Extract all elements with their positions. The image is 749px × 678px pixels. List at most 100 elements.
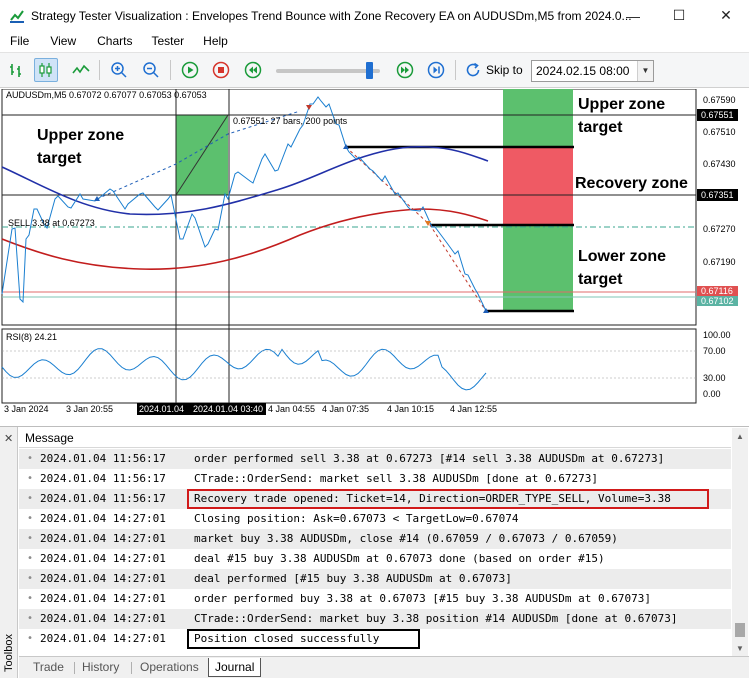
- log-time: 2024.01.04 11:56:17: [40, 472, 166, 485]
- rsi-tick-100: 100.00: [703, 330, 731, 340]
- refresh-clock-icon: [466, 62, 480, 77]
- date-dropdown-icon[interactable]: ▼: [637, 61, 653, 81]
- time-label-5: 4 Jan 07:35: [322, 404, 369, 414]
- log-message: deal performed [#15 buy 3.38 AUDUSDm at …: [194, 572, 512, 585]
- price-box-ask: 0.67102: [701, 296, 734, 306]
- log-row[interactable]: • 2024.01.04 14:27:01 CTrade::OrderSend: m…: [19, 609, 731, 629]
- log-time: 2024.01.04 14:27:01: [40, 612, 166, 625]
- maximize-button[interactable]: ☐: [656, 0, 702, 31]
- zoom-out-icon: [143, 62, 159, 78]
- log-row[interactable]: • 2024.01.04 14:27:01 deal performed [#15 …: [19, 569, 731, 589]
- chart-area[interactable]: AUDUSDm,M5 0.67072 0.67077 0.67053 0.670…: [0, 89, 749, 421]
- time-crosshair-1: 2024.01.04: [139, 404, 184, 414]
- scroll-thumb[interactable]: [735, 623, 745, 637]
- title-bar: Strategy Tester Visualization : Envelope…: [0, 0, 749, 31]
- log-bullet-icon: •: [27, 573, 34, 584]
- toolbox-label: Toolbox: [3, 634, 16, 672]
- skip-to-button[interactable]: [461, 58, 485, 82]
- log-scrollbar[interactable]: ▲ ▼: [732, 428, 748, 657]
- time-label-4: 4 Jan 04:55: [268, 404, 315, 414]
- log-time: 2024.01.04 14:27:01: [40, 532, 166, 545]
- log-row[interactable]: • 2024.01.04 14:27:01 Position closed succ…: [19, 629, 731, 649]
- pause-step-button[interactable]: [424, 58, 448, 82]
- tab-trade[interactable]: Trade: [27, 658, 70, 677]
- time-label-7: 4 Jan 12:55: [450, 404, 497, 414]
- menu-file[interactable]: File: [0, 31, 38, 51]
- line-chart-button[interactable]: [69, 58, 93, 82]
- upper-zone-box: [503, 89, 573, 147]
- zone-label-upper-left-1: Upper zone: [37, 127, 124, 144]
- highlight-box-black: [187, 629, 420, 649]
- zoom-in-button[interactable]: [107, 58, 131, 82]
- rsi-tick-30: 30.00: [703, 373, 726, 383]
- log-bullet-icon: •: [27, 633, 34, 644]
- zoom-out-button[interactable]: [139, 58, 163, 82]
- log-bullet-icon: •: [27, 593, 34, 604]
- menu-charts[interactable]: Charts: [85, 31, 141, 51]
- log-row[interactable]: • 2024.01.04 11:56:17 Recovery trade opene…: [19, 489, 731, 509]
- chart-svg: AUDUSDm,M5 0.67072 0.67077 0.67053 0.670…: [1, 89, 738, 415]
- slow-down-button[interactable]: [241, 58, 265, 82]
- log-row[interactable]: • 2024.01.04 14:27:01 market buy 3.38 AUDU…: [19, 529, 731, 549]
- bar-chart-button[interactable]: [5, 58, 29, 82]
- toolbox-vertical-label: Toolbox: [2, 633, 16, 673]
- window-title: Strategy Tester Visualization : Envelope…: [31, 8, 631, 23]
- recovery-zone-box: [503, 147, 573, 225]
- menu-bar: File View Charts Tester Help: [0, 31, 749, 51]
- log-row[interactable]: • 2024.01.04 11:56:17 CTrade::OrderSend: m…: [19, 469, 731, 489]
- journal-log[interactable]: • 2024.01.04 11:56:17 order performed sell…: [19, 449, 731, 657]
- bar-chart-icon: [10, 64, 21, 77]
- price-tick-3: 0.67430: [703, 159, 736, 169]
- speed-slider-track[interactable]: [276, 69, 380, 73]
- log-bullet-icon: •: [27, 513, 34, 524]
- tab-operations[interactable]: Operations: [134, 658, 205, 677]
- zone-label-recovery: Recovery zone: [575, 175, 688, 192]
- skip-date-input[interactable]: 2024.02.15 08:00 ▼: [531, 60, 654, 82]
- price-tick-4: 0.67270: [703, 224, 736, 234]
- log-row[interactable]: • 2024.01.04 14:27:01 Closing position: As…: [19, 509, 731, 529]
- candlestick-button[interactable]: [34, 58, 58, 82]
- log-time: 2024.01.04 14:27:01: [40, 512, 166, 525]
- tab-journal[interactable]: Journal: [208, 658, 262, 677]
- log-message: deal #15 buy 3.38 AUDUSDm at 0.67073 don…: [194, 552, 605, 565]
- time-crosshair-2: 2024.01.04 03:40: [193, 404, 263, 414]
- price-tick-1: 0.67590: [703, 95, 736, 105]
- log-time: 2024.01.04 11:56:17: [40, 492, 166, 505]
- log-bullet-icon: •: [27, 473, 34, 484]
- toolbox-close-icon[interactable]: ✕: [4, 432, 13, 445]
- log-bullet-icon: •: [27, 453, 34, 464]
- line-chart-icon: [72, 64, 90, 74]
- step-icon: [427, 61, 445, 79]
- speed-slider-thumb[interactable]: [366, 62, 373, 79]
- minimize-button[interactable]: —: [610, 0, 656, 31]
- log-row[interactable]: • 2024.01.04 11:56:17 order performed sell…: [19, 449, 731, 469]
- menu-help[interactable]: Help: [193, 31, 237, 51]
- message-column-header[interactable]: Message: [19, 428, 731, 448]
- menu-view[interactable]: View: [38, 31, 85, 51]
- log-message: market buy 3.38 AUDUSDm, close #14 (0.67…: [194, 532, 618, 545]
- log-message: order performed buy 3.38 at 0.67073 [#15…: [194, 592, 651, 605]
- time-label-6: 4 Jan 10:15: [387, 404, 434, 414]
- log-bullet-icon: •: [27, 553, 34, 564]
- candlestick-icon: [39, 63, 52, 77]
- log-row[interactable]: • 2024.01.04 14:27:01 deal #15 buy 3.38 AU…: [19, 549, 731, 569]
- menu-tester[interactable]: Tester: [141, 31, 193, 51]
- play-button[interactable]: [178, 58, 202, 82]
- tab-history[interactable]: History: [76, 658, 125, 677]
- log-time: 2024.01.04 14:27:01: [40, 592, 166, 605]
- price-box-bid: 0.67116: [701, 286, 733, 296]
- speed-up-button[interactable]: [393, 58, 417, 82]
- log-message: Closing position: Ask=0.67073 < TargetLo…: [194, 512, 519, 525]
- price-box-upper: 0.67551: [701, 110, 734, 120]
- close-button[interactable]: ✕: [703, 0, 749, 31]
- toolbox-tabs: Trade History Operations Journal: [19, 656, 749, 678]
- highlight-box-red: [187, 489, 709, 509]
- stop-button[interactable]: [209, 58, 233, 82]
- app-icon: [9, 8, 25, 24]
- stop-icon: [212, 61, 230, 79]
- price-tick-5: 0.67190: [703, 257, 736, 267]
- log-message: order performed sell 3.38 at 0.67273 [#1…: [194, 452, 665, 465]
- scroll-up-icon[interactable]: ▲: [732, 428, 748, 445]
- scroll-down-icon[interactable]: ▼: [732, 640, 748, 657]
- log-row[interactable]: • 2024.01.04 14:27:01 order performed buy …: [19, 589, 731, 609]
